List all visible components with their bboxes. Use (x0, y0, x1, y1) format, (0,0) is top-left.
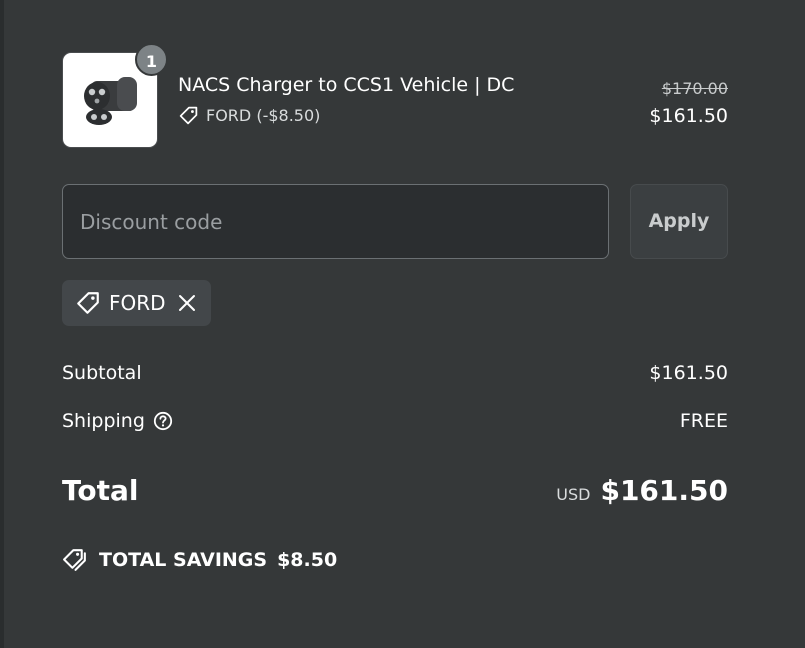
tag-icon (77, 292, 99, 314)
nacs-adapter-image (84, 77, 137, 125)
discount-code-input[interactable] (62, 184, 609, 259)
item-discount: FORD (-$8.50) (178, 105, 320, 126)
item-price: $161.50 (649, 105, 728, 127)
total-savings: TOTAL SAVINGS $8.50 (62, 546, 337, 573)
shipping-label: Shipping (62, 410, 145, 432)
currency-code: USD (556, 485, 591, 504)
subtotal-value: $161.50 (649, 362, 728, 384)
total-label: Total (62, 474, 139, 507)
total-value: $161.50 (600, 474, 728, 507)
total-value-group: USD $161.50 (556, 474, 728, 507)
close-icon[interactable] (178, 294, 196, 312)
subtotal-label: Subtotal (62, 362, 142, 384)
quantity-badge: 1 (135, 43, 168, 76)
apply-button[interactable]: Apply (630, 184, 728, 259)
total-savings-label: TOTAL SAVINGS (99, 548, 268, 571)
shipping-label-group: Shipping (62, 410, 173, 432)
applied-code-label: FORD (109, 291, 166, 315)
cart-line-item: 1 NACS Charger to CCS1 Vehicle | DC FORD… (62, 43, 728, 148)
shipping-value: FREE (679, 410, 728, 432)
help-icon[interactable] (153, 411, 173, 431)
panel-divider (0, 0, 4, 648)
tags-icon (63, 549, 86, 571)
tag-icon (179, 106, 198, 125)
product-title: NACS Charger to CCS1 Vehicle | DC (178, 74, 515, 96)
original-price: $170.00 (661, 79, 728, 98)
applied-discount-chip: FORD (62, 280, 211, 326)
total-savings-value: $8.50 (277, 548, 338, 571)
item-discount-label: FORD (-$8.50) (206, 106, 321, 125)
